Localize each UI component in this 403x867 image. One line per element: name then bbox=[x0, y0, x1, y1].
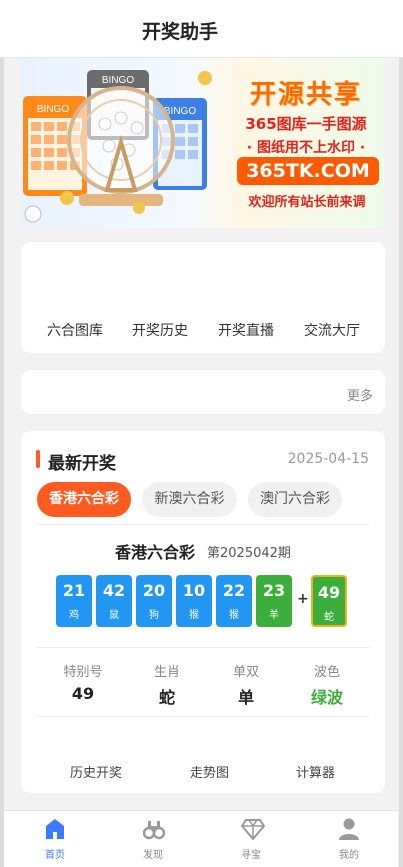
ball-number: 10 bbox=[182, 581, 206, 600]
ball-number: 42 bbox=[102, 581, 126, 600]
notice-card: 更多 bbox=[21, 370, 385, 414]
ball-number: 23 bbox=[262, 581, 286, 600]
bottom-nav-home[interactable]: 首页 bbox=[6, 811, 104, 867]
binoculars-icon bbox=[143, 821, 165, 840]
draw-ball: 10 猴 bbox=[176, 575, 212, 627]
stat-value-zodiac: 蛇 bbox=[158, 688, 175, 707]
bottom-nav-treasure-label: 寻宝 bbox=[241, 850, 261, 861]
latest-draw-card: 最新开奖 2025-04-15 香港六合彩 新澳六合彩 澳门六合彩 香港六合彩 … bbox=[21, 431, 385, 793]
bingo-card-label-gray: BINGO bbox=[102, 75, 134, 86]
quick-nav-card: 六合图库 开奖历史 开奖直播 交流大厅 bbox=[21, 242, 385, 353]
draw-ball: 42 鼠 bbox=[96, 575, 132, 627]
divider bbox=[36, 524, 370, 525]
banner-text-block: 开源共享 365图库一手图源 · 图纸用不上水印 · 365TK.COM 欢迎所… bbox=[227, 58, 385, 228]
ball-zodiac: 猴 bbox=[229, 610, 239, 621]
stat-header-wave-color: 波色 bbox=[313, 665, 340, 680]
history-draws-link[interactable]: 历史开奖 bbox=[70, 762, 122, 781]
lottery-issue: 第2025042期 bbox=[207, 546, 291, 561]
latest-draw-date: 2025-04-15 bbox=[287, 451, 369, 467]
bottom-nav-discover-label: 发现 bbox=[143, 850, 163, 861]
left-frame-edge bbox=[0, 0, 4, 867]
notice-more-link[interactable]: 更多 bbox=[347, 385, 373, 404]
bottom-nav-treasure[interactable]: 寻宝 bbox=[202, 811, 300, 867]
stat-header-zodiac: 生肖 bbox=[153, 665, 180, 680]
bottom-nav-discover[interactable]: 发现 bbox=[104, 811, 202, 867]
ball-number: 20 bbox=[142, 581, 166, 600]
stat-value-special-number: 49 bbox=[71, 684, 95, 703]
stat-header-odd-even: 单双 bbox=[232, 665, 259, 680]
special-ball-number: 49 bbox=[317, 583, 341, 602]
bottom-nav-home-label: 首页 bbox=[45, 850, 65, 861]
ball-zodiac: 鼠 bbox=[109, 610, 119, 621]
ball-zodiac: 鸡 bbox=[69, 610, 79, 621]
right-frame-edge bbox=[399, 0, 403, 867]
special-ball-zodiac: 蛇 bbox=[324, 612, 334, 623]
ball-number: 21 bbox=[62, 581, 86, 600]
divider bbox=[36, 647, 370, 648]
ball-zodiac: 猴 bbox=[189, 610, 199, 621]
ball-number: 22 bbox=[222, 581, 246, 600]
promo-banner[interactable]: BINGO BINGO BINGO 开源共享 365图库一手图源 · 图纸用不上… bbox=[21, 58, 385, 228]
banner-line-3: 欢迎所有站长前来调 bbox=[248, 195, 366, 210]
divider bbox=[36, 716, 370, 717]
stat-value-odd-even: 单 bbox=[237, 688, 254, 707]
banner-line-1: 365图库一手图源 bbox=[245, 115, 367, 133]
banner-line-2: · 图纸用不上水印 · bbox=[246, 140, 366, 156]
banner-site: 365TK.COM bbox=[237, 157, 379, 185]
nav-item-community-hall[interactable]: 交流大厅 bbox=[304, 320, 360, 340]
home-icon bbox=[46, 819, 64, 839]
stat-value-wave-color: 绿波 bbox=[310, 688, 343, 707]
draw-ball: 23 羊 bbox=[256, 575, 292, 627]
stat-header-special-number: 特别号 bbox=[63, 665, 103, 680]
bingo-machine-illustration: BINGO BINGO BINGO bbox=[23, 70, 212, 223]
latest-draw-title: 最新开奖 bbox=[48, 454, 116, 474]
trend-chart-link[interactable]: 走势图 bbox=[190, 762, 229, 781]
draw-ball: 22 猴 bbox=[216, 575, 252, 627]
ball-zodiac: 狗 bbox=[149, 610, 159, 621]
draw-ball: 21 鸡 bbox=[56, 575, 92, 627]
plus-sign: + bbox=[297, 591, 309, 607]
draw-ball: 20 狗 bbox=[136, 575, 172, 627]
tab-new-macau[interactable]: 新澳六合彩 bbox=[142, 482, 237, 517]
bottom-nav-mine-label: 我的 bbox=[339, 850, 359, 861]
top-bar: 开奖助手 bbox=[0, 0, 403, 58]
nav-item-gallery[interactable]: 六合图库 bbox=[47, 320, 103, 340]
diamond-icon bbox=[241, 819, 265, 840]
lottery-name: 香港六合彩 bbox=[115, 543, 196, 562]
special-ball: 49 蛇 bbox=[311, 575, 347, 627]
tab-macau[interactable]: 澳门六合彩 bbox=[248, 482, 342, 517]
nav-item-live-draw[interactable]: 开奖直播 bbox=[218, 320, 274, 340]
calculator-link[interactable]: 计算器 bbox=[296, 762, 335, 781]
user-icon bbox=[339, 818, 359, 840]
nav-item-draw-history[interactable]: 开奖历史 bbox=[132, 320, 188, 340]
section-accent-bar bbox=[36, 450, 40, 468]
page-title: 开奖助手 bbox=[141, 21, 218, 43]
bottom-nav-mine[interactable]: 我的 bbox=[300, 811, 398, 867]
ball-zodiac: 羊 bbox=[269, 610, 279, 621]
bottom-nav: 首页 发现 寻宝 我的 bbox=[4, 810, 398, 867]
tab-hk-mark-six[interactable]: 香港六合彩 bbox=[37, 482, 131, 517]
bingo-card-label-orange: BINGO bbox=[37, 104, 69, 115]
banner-headline: 开源共享 bbox=[249, 80, 362, 110]
